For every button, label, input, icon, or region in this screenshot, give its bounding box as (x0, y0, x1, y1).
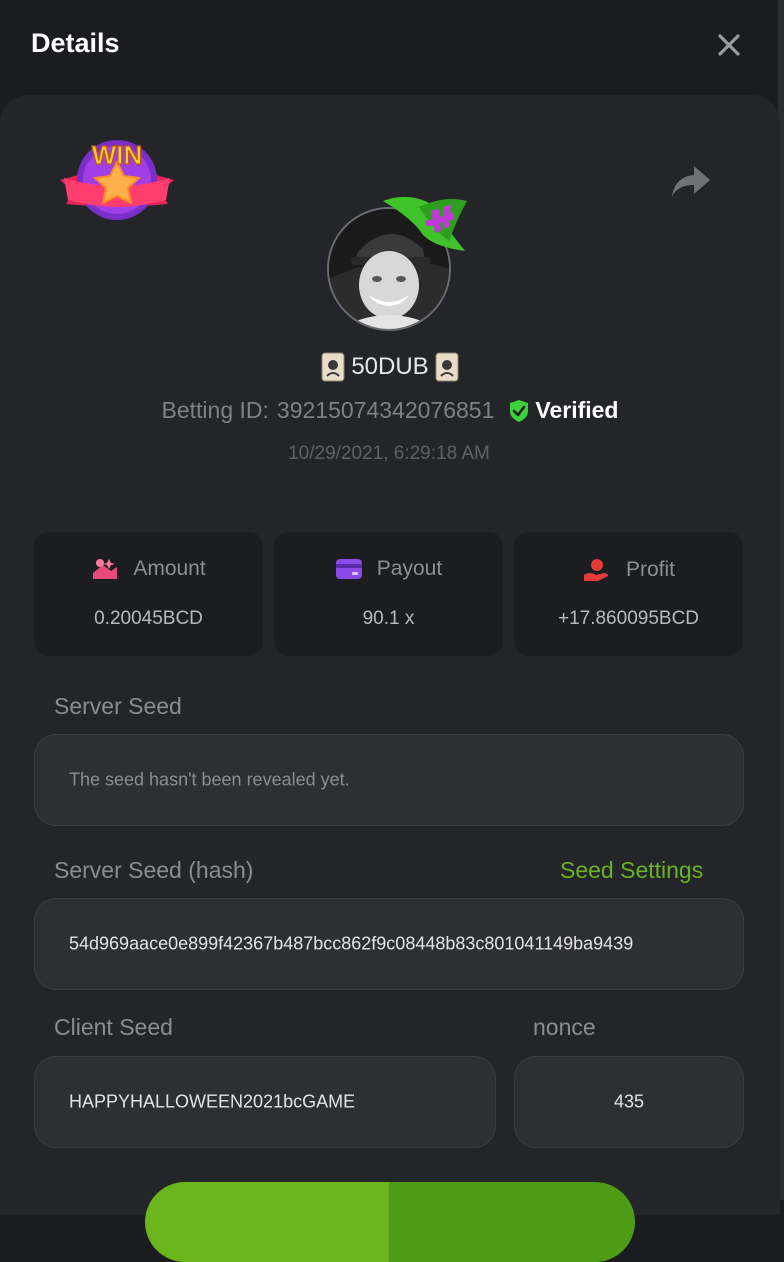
verified-badge: Verified (508, 397, 618, 424)
share-icon (672, 166, 710, 196)
dialog-title: Details (31, 28, 120, 58)
stat-amount-label: Amount (133, 557, 206, 580)
payout-icon (335, 559, 362, 579)
stat-profit-value: +17.860095BCD (557, 608, 700, 629)
server-seed-hash-field[interactable]: 54d969aace0e899f42367b487bcc862f9c08448b… (34, 898, 744, 990)
stat-payout: Payout 90.1 x (274, 532, 503, 656)
betting-id-row: Betting ID: 39215074342076851 Verified (0, 397, 780, 424)
playing-card-icon (321, 352, 345, 382)
close-icon (718, 34, 740, 56)
server-seed-hash-value: 54d969aace0e899f42367b487bcc862f9c08448b… (69, 933, 634, 954)
verified-shield-icon (510, 399, 529, 422)
win-badge-text: WIN (92, 140, 143, 170)
profit-icon (583, 559, 608, 581)
amount-icon (93, 559, 118, 579)
win-badge-icon: WIN (60, 139, 174, 220)
betting-id-value: 39215074342076851 (276, 397, 495, 423)
stat-amount: Amount 0.20045BCD (34, 532, 263, 656)
dialog-header: Details (0, 0, 784, 95)
seed-settings-link[interactable]: Seed Settings (560, 857, 703, 884)
close-button[interactable] (712, 28, 746, 62)
username[interactable]: 50DUB (351, 353, 428, 381)
verify-button[interactable] (145, 1182, 635, 1262)
server-seed-value: The seed hasn't been revealed yet. (69, 769, 350, 790)
server-seed-field[interactable]: The seed hasn't been revealed yet. (34, 734, 744, 826)
stat-profit-label: Profit (625, 558, 675, 581)
username-row: 50DUB (0, 352, 780, 382)
client-seed-field[interactable]: HAPPYHALLOWEEN2021bcGAME (34, 1056, 496, 1148)
server-seed-label: Server Seed (54, 693, 182, 719)
stat-amount-value: 0.20045BCD (94, 608, 203, 629)
nonce-value: 435 (613, 1091, 645, 1112)
stat-payout-value: 90.1 x (362, 608, 415, 629)
nonce-field[interactable]: 435 (514, 1056, 744, 1148)
witch-hat-icon (383, 196, 467, 251)
stat-payout-label: Payout (376, 557, 443, 580)
share-button[interactable] (668, 160, 714, 202)
client-seed-label: Client Seed (54, 1014, 173, 1040)
bet-timestamp: 10/29/2021, 6:29:18 AM (288, 443, 490, 464)
betting-id-label: Betting ID: (161, 397, 269, 423)
stat-profit: Profit +17.860095BCD (514, 532, 743, 656)
client-seed-value: HAPPYHALLOWEEN2021bcGAME (69, 1091, 356, 1112)
verified-label: Verified (535, 397, 619, 423)
nonce-label: nonce (533, 1014, 596, 1040)
playing-card-icon (435, 352, 459, 382)
server-seed-hash-label: Server Seed (hash) (54, 857, 254, 883)
